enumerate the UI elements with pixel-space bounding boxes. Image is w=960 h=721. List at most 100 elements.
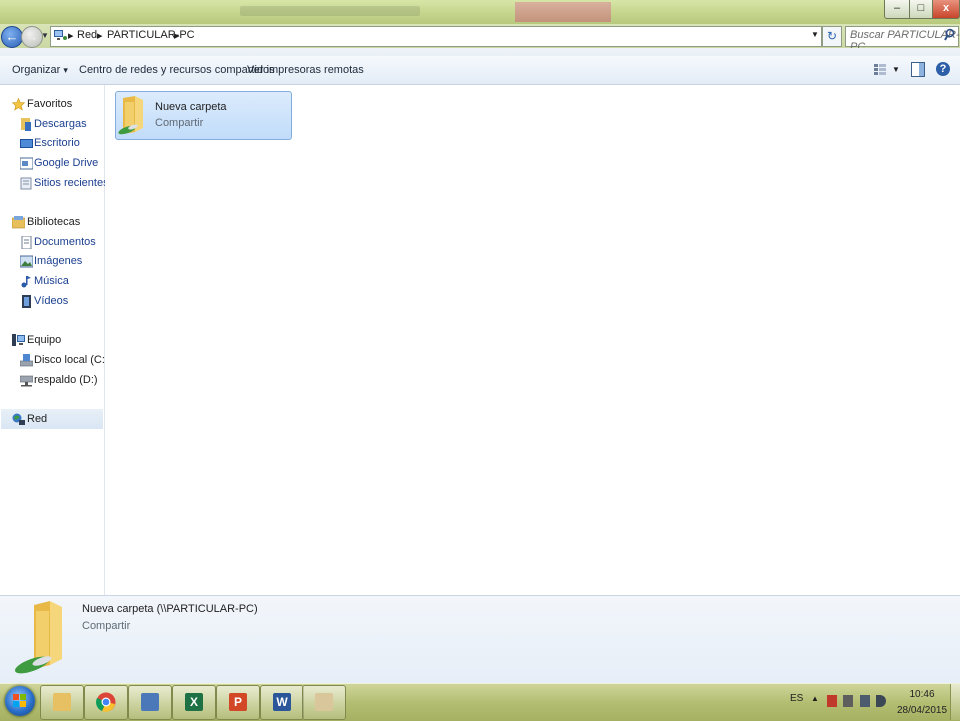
breadcrumb-separator[interactable]: ▸: [174, 29, 180, 42]
downloads-icon: [21, 118, 31, 131]
chevron-down-icon: ▾: [63, 65, 68, 75]
nav-item-disco-local[interactable]: Disco local (C:): [0, 351, 109, 369]
computer-icon: [12, 334, 25, 346]
nav-favorites[interactable]: Favoritos: [0, 95, 104, 113]
show-desktop-button[interactable]: [950, 684, 960, 720]
start-button[interactable]: [5, 686, 35, 716]
paint-icon: [315, 693, 333, 711]
nav-label: Documentos: [34, 236, 96, 248]
google-drive-icon: [20, 157, 33, 170]
shared-folder-icon: [118, 96, 143, 135]
nav-item-escritorio[interactable]: Escritorio: [0, 134, 104, 152]
network-drive-icon: [20, 375, 33, 387]
taskbar-powerpoint[interactable]: P: [216, 685, 260, 720]
change-view-icon[interactable]: [873, 63, 887, 76]
network-center-button[interactable]: Centro de redes y recursos compartidos: [79, 64, 275, 76]
folder-type: Compartir: [155, 117, 204, 129]
nav-label: Sitios recientes: [34, 177, 109, 189]
network-icon: [12, 413, 25, 425]
nav-item-documentos[interactable]: Documentos: [0, 233, 104, 251]
nav-item-respaldo[interactable]: respaldo (D:): [0, 371, 104, 389]
pictures-icon: [20, 255, 33, 268]
taskbar-word[interactable]: W: [260, 685, 304, 720]
nav-label: Disco local (C:): [34, 354, 109, 366]
libraries-icon: [12, 216, 25, 229]
videos-icon: [22, 295, 31, 308]
details-item-name: Nueva carpeta (\\PARTICULAR-PC): [82, 603, 258, 615]
toolbar-gap: [0, 48, 960, 56]
nav-label: Escritorio: [34, 137, 80, 149]
nav-item-descargas[interactable]: Descargas: [0, 115, 104, 133]
minimize-button[interactable]: –: [884, 0, 910, 19]
device-icon[interactable]: [843, 695, 853, 707]
breadcrumb-red[interactable]: Red: [77, 29, 97, 41]
nav-label: Vídeos: [34, 295, 69, 307]
file-list[interactable]: [105, 85, 960, 595]
nav-libraries[interactable]: Bibliotecas: [0, 213, 104, 231]
views-dropdown-arrow[interactable]: ▼: [892, 65, 900, 74]
breadcrumb-separator[interactable]: ▸: [97, 29, 103, 42]
nav-item-imagenes[interactable]: Imágenes: [0, 252, 104, 270]
nav-label: Bibliotecas: [27, 216, 81, 228]
refresh-button[interactable]: ↻: [822, 26, 842, 47]
language-indicator[interactable]: ES: [790, 693, 803, 704]
nav-label: Música: [34, 275, 69, 287]
recent-places-icon: [20, 177, 32, 190]
remote-printers-button[interactable]: Ver impresoras remotas: [247, 64, 364, 76]
taskbar-excel[interactable]: X: [172, 685, 216, 720]
close-button[interactable]: x: [932, 0, 960, 19]
nav-item-sitios-recientes[interactable]: Sitios recientes: [0, 174, 109, 192]
documents-icon: [21, 236, 32, 249]
forward-button[interactable]: →: [21, 26, 43, 48]
explorer-icon: [53, 693, 71, 711]
network-icon: [54, 30, 67, 40]
clock-time[interactable]: 10:46: [900, 689, 944, 700]
nav-item-google-drive[interactable]: Google Drive: [0, 154, 104, 172]
search-icon[interactable]: [944, 28, 955, 42]
nav-network[interactable]: Red: [0, 410, 104, 428]
excel-icon: X: [185, 693, 203, 711]
nav-label: Favoritos: [27, 98, 73, 110]
local-disk-icon: [20, 354, 33, 367]
taskbar-explorer[interactable]: [40, 685, 84, 720]
nav-computer[interactable]: Equipo: [0, 331, 104, 349]
chrome-icon: [96, 692, 116, 712]
details-item-type: Compartir: [82, 620, 131, 632]
powerpoint-icon: P: [229, 693, 247, 711]
word-icon: W: [273, 693, 291, 711]
background-title-blur: [240, 6, 420, 16]
preview-pane-icon: [919, 63, 924, 76]
taskbar-paint[interactable]: [302, 685, 346, 720]
back-button[interactable]: ←: [1, 26, 23, 48]
preview-pane-button[interactable]: [911, 62, 925, 77]
breadcrumb-separator: ▸: [68, 30, 74, 42]
nav-label: Google Drive: [34, 157, 99, 169]
nav-label: Red: [27, 413, 48, 425]
folder-name: Nueva carpeta: [155, 101, 227, 113]
shared-folder-large-icon: [14, 601, 62, 674]
clock-date[interactable]: 28/04/2015: [896, 705, 948, 716]
maximize-button[interactable]: □: [909, 0, 933, 19]
nav-item-musica[interactable]: Música: [0, 272, 104, 290]
window-title-bar[interactable]: [0, 0, 960, 24]
show-hidden-icons-button[interactable]: ▲: [811, 694, 819, 703]
star-icon: [12, 98, 25, 111]
recent-pages-dropdown[interactable]: ▼: [41, 31, 49, 40]
help-button[interactable]: ?: [936, 62, 950, 76]
address-history-dropdown[interactable]: ▼: [811, 30, 819, 39]
network-computer-icon: [141, 693, 159, 711]
organize-menu[interactable]: Organizar ▾: [12, 64, 68, 76]
breadcrumb-particular-pc[interactable]: PARTICULAR-PC: [107, 29, 195, 41]
taskbar-chrome[interactable]: [84, 685, 128, 720]
nav-label: Equipo: [27, 334, 62, 346]
windows-logo-icon: [13, 694, 26, 707]
nav-label: Imágenes: [34, 255, 83, 267]
taskbar-network-app[interactable]: [128, 685, 172, 720]
network-tray-icon[interactable]: [860, 695, 870, 707]
nav-item-videos[interactable]: Vídeos: [0, 292, 104, 310]
nav-label: Descargas: [34, 118, 87, 130]
organize-label: Organizar: [12, 64, 61, 76]
background-window-blur: [515, 2, 611, 22]
nav-label: respaldo (D:): [34, 374, 98, 386]
action-center-icon[interactable]: [827, 695, 837, 707]
